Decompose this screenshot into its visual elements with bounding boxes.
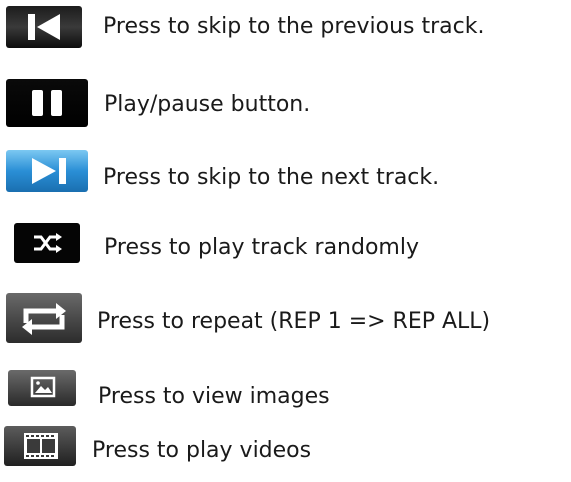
play-pause-icon bbox=[6, 79, 88, 127]
legend-label-images: Press to view images bbox=[98, 384, 330, 409]
legend-row-previous: Press to skip to the previous track. bbox=[0, 0, 571, 60]
play-pause-button[interactable] bbox=[6, 79, 88, 127]
skip-previous-icon bbox=[6, 6, 82, 48]
legend-label-play-pause: Play/pause button. bbox=[104, 92, 311, 117]
legend-row-play-pause: Play/pause button. bbox=[0, 70, 571, 130]
skip-previous-button[interactable] bbox=[6, 6, 82, 48]
repeat-button[interactable] bbox=[6, 293, 82, 343]
legend-label-previous: Press to skip to the previous track. bbox=[103, 14, 485, 39]
shuffle-icon bbox=[14, 223, 80, 263]
legend-row-videos: Press to play videos bbox=[0, 420, 571, 480]
shuffle-button[interactable] bbox=[14, 223, 80, 263]
legend-label-videos: Press to play videos bbox=[92, 438, 312, 463]
repeat-icon bbox=[6, 293, 82, 343]
legend-row-repeat: Press to repeat (REP 1 => REP ALL) bbox=[0, 285, 571, 345]
legend-row-images: Press to view images bbox=[0, 362, 571, 422]
legend-row-next: Press to skip to the next track. bbox=[0, 142, 571, 202]
skip-next-icon bbox=[6, 150, 88, 192]
legend-label-next: Press to skip to the next track. bbox=[103, 165, 440, 190]
video-icon bbox=[4, 426, 76, 466]
legend-label-shuffle: Press to play track randomly bbox=[104, 235, 419, 260]
images-button[interactable] bbox=[8, 370, 76, 406]
legend-label-repeat: Press to repeat (REP 1 => REP ALL) bbox=[97, 309, 491, 334]
legend-row-shuffle: Press to play track randomly bbox=[0, 213, 571, 273]
skip-next-button[interactable] bbox=[6, 150, 88, 192]
videos-button[interactable] bbox=[4, 426, 76, 466]
image-icon bbox=[8, 370, 76, 406]
